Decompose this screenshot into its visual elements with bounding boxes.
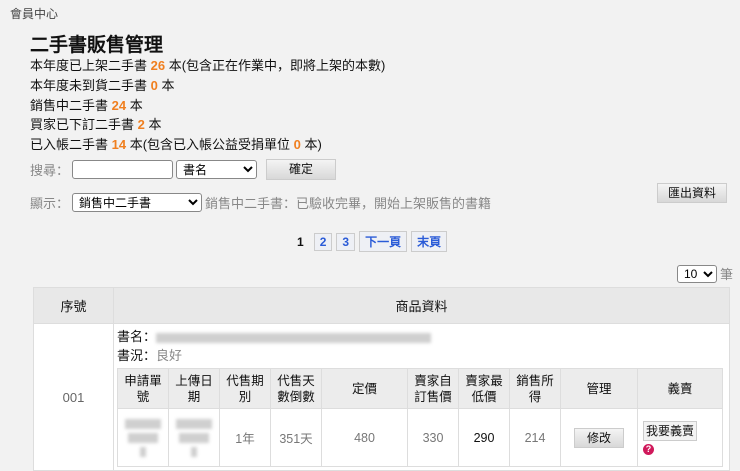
page-current: 1 — [297, 234, 304, 249]
detail-table: 申請單號 上傳日期 代售期別 代售天數倒數 定價 賣家自訂售價 賣家最低價 銷售… — [117, 368, 723, 467]
breadcrumb[interactable]: 會員中心 — [10, 5, 58, 22]
sub-header: 定價 — [321, 368, 408, 409]
sub-header: 代售期別 — [219, 368, 271, 409]
row-index: 001 — [33, 323, 114, 471]
sub-header: 賣家最低價 — [458, 368, 510, 409]
sub-header: 賣家自訂售價 — [407, 368, 459, 409]
sub-header: 代售天數倒數 — [270, 368, 322, 409]
confirm-button[interactable]: 確定 — [266, 159, 337, 180]
stat-credited: 已入帳二手書 14 本(包含已入帳公益受捐單位 0 本) — [30, 137, 322, 153]
display-select[interactable]: 銷售中二手書 — [72, 193, 203, 212]
condition-value: 良好 — [156, 348, 183, 363]
seller-price: 330 — [407, 408, 459, 467]
help-icon[interactable]: ? — [643, 443, 654, 455]
search-label: 搜尋： — [30, 163, 70, 178]
sub-header: 銷售所得 — [509, 368, 561, 409]
stat-on-sale: 銷售中二手書 24 本 — [30, 97, 143, 113]
page-3-link[interactable]: 3 — [336, 232, 356, 251]
pagination: 1 2 3 下一頁 末頁 — [297, 231, 449, 252]
min-price: 290 — [458, 408, 510, 467]
stats: 本年度已上架二手書 26 本(包含正在作業中，即將上架的本數) 本年度未到貨二手… — [30, 56, 385, 155]
display-description: 銷售中二手書：已驗收完畢，開始上架販售的書籍 — [205, 196, 492, 211]
header-index: 序號 — [33, 287, 114, 324]
per-page-select[interactable]: 10 — [677, 264, 717, 283]
period: 1年 — [219, 408, 271, 467]
search-input[interactable] — [72, 160, 174, 179]
stat-ordered: 買家已下訂二手書 2 本 — [30, 117, 162, 133]
display-label: 顯示： — [30, 196, 70, 211]
table-row: 001 書名： 書況：良好 申請單號 上傳日期 代售期別 代售天數倒數 定價 賣… — [33, 323, 730, 471]
book-title-blurred — [156, 332, 432, 343]
sub-header: 申請單號 — [117, 368, 169, 409]
page-2-link[interactable]: 2 — [313, 232, 333, 251]
sub-header: 義賣 — [637, 368, 723, 409]
charity-sale-button[interactable]: 我要義賣 — [643, 420, 697, 441]
sub-header: 上傳日期 — [168, 368, 220, 409]
income: 214 — [509, 408, 561, 467]
last-page-link[interactable]: 末頁 — [411, 231, 448, 252]
condition-label: 書況： — [117, 348, 157, 363]
title-label: 書名： — [117, 329, 157, 344]
application-no-blurred — [117, 408, 169, 467]
next-page-link[interactable]: 下一頁 — [359, 231, 408, 252]
upload-date-blurred — [168, 408, 220, 467]
per-page-unit: 筆 — [720, 267, 734, 282]
stat-shelved: 本年度已上架二手書 26 本(包含正在作業中，即將上架的本數) — [30, 58, 386, 73]
page-title: 二手書販售管理 — [30, 35, 164, 56]
header-product: 商品資料 — [113, 287, 730, 324]
export-button[interactable]: 匯出資料 — [657, 183, 727, 203]
days-left: 351天 — [270, 408, 322, 467]
search-field-select[interactable]: 書名 — [176, 160, 258, 179]
edit-button[interactable]: 修改 — [574, 427, 624, 448]
books-table: 序號 商品資料 001 書名： 書況：良好 申請單號 上傳日期 代售期別 代售天… — [33, 287, 730, 471]
list-price: 480 — [321, 408, 408, 467]
sub-header: 管理 — [560, 368, 638, 409]
stat-not-arrived: 本年度未到貨二手書 0 本 — [30, 77, 175, 93]
